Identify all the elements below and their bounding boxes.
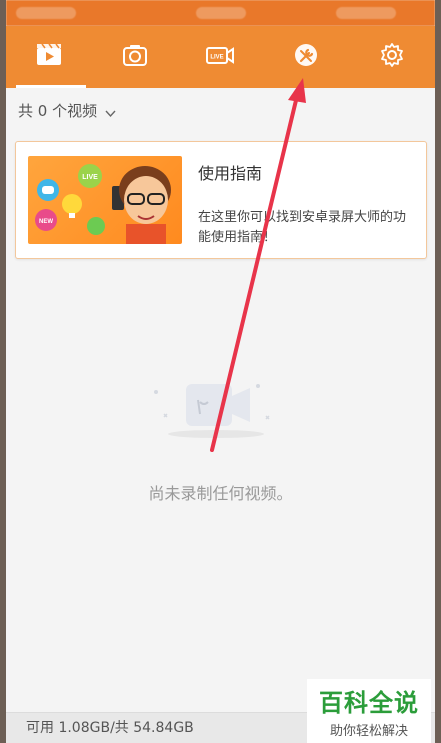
watermark-logo: 百科全说 助你轻松解决 — [307, 679, 431, 743]
status-bar — [6, 0, 435, 26]
live-camera-icon: LIVE — [205, 42, 235, 72]
svg-text:LIVE: LIVE — [82, 174, 98, 181]
svg-text:NEW: NEW — [39, 219, 53, 225]
watermark-slogan: 助你轻松解决 — [329, 724, 408, 739]
app-frame: LIVE 共 0 个视频 LIVE NEW 使用指南 在这里你可以找到安卓录屏大… — [6, 0, 435, 743]
video-count-filter[interactable]: 共 0 个视频 — [6, 88, 435, 132]
tab-videos[interactable] — [6, 26, 92, 88]
guide-description: 在这里你可以找到安卓录屏大师的功能使用指南！ — [198, 210, 407, 245]
camera-icon — [120, 42, 150, 72]
tab-screenshot[interactable] — [92, 26, 178, 88]
svg-text:LIVE: LIVE — [211, 55, 224, 61]
tab-settings[interactable] — [349, 26, 435, 88]
empty-video-illustration — [146, 376, 286, 440]
watermark-brand: 百科全说 — [319, 689, 419, 717]
video-count-label: 共 0 个视频 — [18, 101, 98, 120]
chevron-down-icon — [105, 105, 116, 117]
tools-icon — [291, 42, 321, 72]
empty-state-message: 尚未录制任何视频。 — [148, 484, 293, 503]
video-clip-icon — [34, 42, 64, 72]
tab-bar: LIVE — [6, 26, 435, 88]
guide-card[interactable]: LIVE NEW 使用指南 在这里你可以找到安卓录屏大师的功能使用指南！ — [15, 141, 427, 259]
guide-title: 使用指南 — [198, 164, 263, 183]
guide-thumbnail: LIVE NEW — [28, 156, 182, 244]
tab-tools[interactable] — [263, 26, 349, 88]
tab-live[interactable]: LIVE — [178, 26, 264, 88]
gear-icon — [377, 42, 407, 72]
